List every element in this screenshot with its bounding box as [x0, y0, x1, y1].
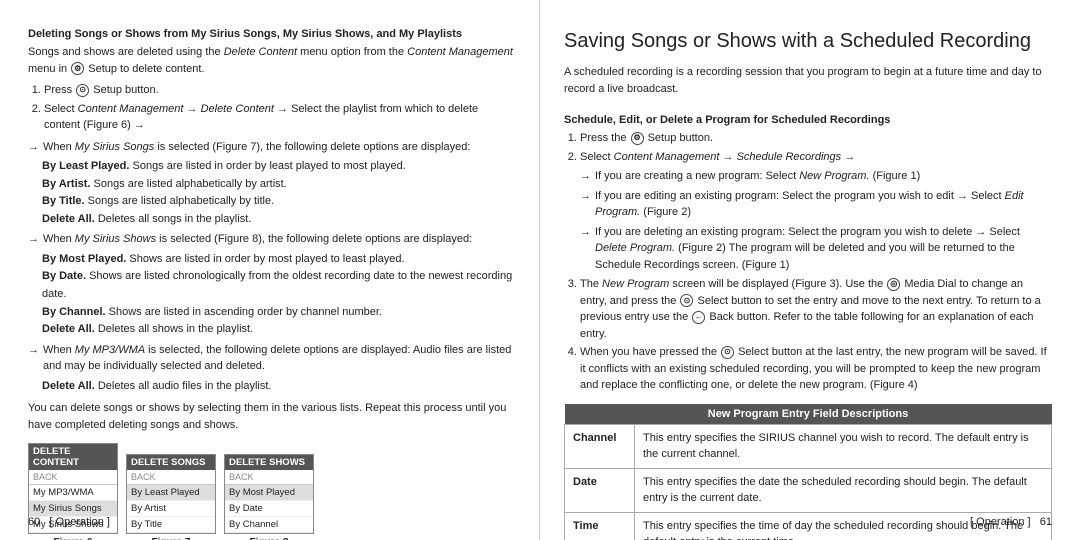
select-icon-2: ⊙ [721, 346, 734, 359]
table-header: New Program Entry Field Descriptions [565, 404, 1052, 425]
figure-7-header: DELETE SONGS [127, 455, 215, 470]
right-footer: [ Operation ] 61 [970, 516, 1052, 528]
table-row: ChannelThis entry specifies the SIRIUS c… [565, 424, 1052, 468]
left-steps: Press ⊙ Setup button. Select Content Man… [28, 82, 515, 134]
figure-6-header: DELETE CONTENT [29, 444, 117, 470]
figure-6-back: BACK [29, 470, 117, 485]
figure-7-back: BACK [127, 470, 215, 485]
left-step-2: Select Content Management → Delete Conte… [44, 101, 515, 134]
arrow-icon-2: → [28, 231, 39, 248]
indent-block-2: By Most Played. Shows are listed in orde… [42, 251, 515, 339]
right-steps: Press the ⚙ Setup button. Select Content… [564, 130, 1052, 394]
right-page-number: 61 [1040, 516, 1052, 528]
left-page-label: [ Operation ] [49, 516, 110, 528]
setup-icon: ⚙ [71, 62, 84, 75]
setup-circle-icon: ⊙ [76, 84, 89, 97]
left-step-1: Press ⊙ Setup button. [44, 82, 515, 99]
figure-7-item-1: By Least Played [127, 485, 215, 501]
indent-block-1: By Least Played. Songs are listed in ord… [42, 158, 515, 228]
figure-8-item-1: By Most Played [225, 485, 313, 501]
figure-8-item-3: By Channel [225, 517, 313, 533]
figure-8-box: DELETE SHOWS BACK By Most Played By Date… [224, 454, 314, 540]
table-field: Channel [565, 424, 635, 468]
right-arrow-3-text: If you are deleting an existing program:… [595, 224, 1052, 274]
right-bold-heading: Schedule, Edit, or Delete a Program for … [564, 114, 1052, 126]
figure-7-item-2: By Artist [127, 501, 215, 517]
left-bold-heading: Deleting Songs or Shows from My Sirius S… [28, 28, 515, 40]
indent-2-item-1: By Most Played. Shows are listed in orde… [42, 251, 515, 269]
indent-1-item-3: By Title. Songs are listed alphabeticall… [42, 193, 515, 211]
arrow-icon-3: → [28, 342, 39, 359]
right-arrow-3: → If you are deleting an existing progra… [580, 224, 1052, 274]
table-row: DateThis entry specifies the date the sc… [565, 468, 1052, 512]
right-step-1: Press the ⚙ Setup button. [580, 130, 1052, 147]
back-icon: ← [692, 311, 705, 324]
right-arrow-icon-2: → [580, 188, 591, 205]
right-title: Saving Songs or Shows with a Scheduled R… [564, 28, 1052, 54]
figure-8-item-2: By Date [225, 501, 313, 517]
figure-6-item-1: My MP3/WMA [29, 485, 117, 501]
table-field: Date [565, 468, 635, 512]
right-page-label: [ Operation ] [970, 516, 1031, 528]
right-step-3: The New Program screen will be displayed… [580, 276, 1052, 342]
indent-1-item-2: By Artist. Songs are listed alphabetical… [42, 176, 515, 194]
arrow-block-3: → When My MP3/WMA is selected, the follo… [28, 342, 515, 375]
table-desc: This entry specifies the SIRIUS channel … [635, 424, 1052, 468]
table-field: Time [565, 512, 635, 540]
figure-7-box: DELETE SONGS BACK By Least Played By Art… [126, 454, 216, 540]
right-intro: A scheduled recording is a recording ses… [564, 64, 1052, 97]
arrow-icon-1: → [28, 139, 39, 156]
right-arrow-1-text: If you are creating a new program: Selec… [595, 168, 920, 185]
right-arrow-2-text: If you are editing an existing program: … [595, 188, 1052, 221]
indent-2-item-4: Delete All. Deletes all shows in the pla… [42, 321, 515, 339]
right-arrow-2: → If you are editing an existing program… [580, 188, 1052, 221]
left-page: Deleting Songs or Shows from My Sirius S… [0, 0, 540, 540]
select-icon: ⊙ [680, 294, 693, 307]
arrow-block-3-text: When My MP3/WMA is selected, the followi… [43, 342, 515, 375]
right-arrow-1: → If you are creating a new program: Sel… [580, 168, 1052, 185]
arrow-block-1: → When My Sirius Songs is selected (Figu… [28, 139, 515, 156]
left-footer: 60 [ Operation ] [28, 516, 110, 528]
arrow-block-1-text: When My Sirius Songs is selected (Figure… [43, 139, 470, 156]
left-intro: Songs and shows are deleted using the De… [28, 44, 515, 77]
indent-1-item-4: Delete All. Deletes all songs in the pla… [42, 211, 515, 229]
table-desc: This entry specifies the date the schedu… [635, 468, 1052, 512]
media-dial-icon: ◎ [887, 278, 900, 291]
figure-7-item-3: By Title [127, 517, 215, 533]
figure-7-menu: DELETE SONGS BACK By Least Played By Art… [126, 454, 216, 534]
figure-8-menu: DELETE SHOWS BACK By Most Played By Date… [224, 454, 314, 534]
right-page: Saving Songs or Shows with a Scheduled R… [540, 0, 1080, 540]
indent-2-item-2: By Date. Shows are listed chronologicall… [42, 268, 515, 303]
indent-3-item-1: Delete All. Deletes all audio files in t… [42, 378, 515, 396]
right-step-2: Select Content Management → Schedule Rec… [580, 149, 1052, 274]
right-arrow-icon-3: → [580, 224, 591, 241]
arrow-block-2: → When My Sirius Shows is selected (Figu… [28, 231, 515, 248]
right-step-4: When you have pressed the ⊙ Select butto… [580, 344, 1052, 394]
indent-block-3: Delete All. Deletes all audio files in t… [42, 378, 515, 396]
left-closing: You can delete songs or shows by selecti… [28, 400, 515, 433]
figure-8-header: DELETE SHOWS [225, 455, 313, 470]
right-arrow-icon-1: → [580, 168, 591, 185]
indent-2-item-3: By Channel. Shows are listed in ascendin… [42, 304, 515, 322]
arrow-block-2-text: When My Sirius Shows is selected (Figure… [43, 231, 472, 248]
indent-1-item-1: By Least Played. Songs are listed in ord… [42, 158, 515, 176]
setup-circle-icon-r: ⚙ [631, 132, 644, 145]
figure-8-back: BACK [225, 470, 313, 485]
left-page-number: 60 [28, 516, 40, 528]
